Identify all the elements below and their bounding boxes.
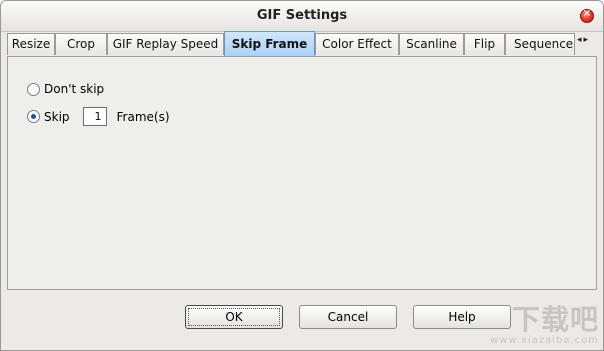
tab-crop[interactable]: Crop (55, 33, 107, 55)
tab-flip[interactable]: Flip (464, 33, 505, 55)
skip-label: Skip (44, 109, 70, 124)
tab-sequence[interactable]: Sequence (505, 33, 575, 55)
tab-resize[interactable]: Resize (7, 33, 55, 55)
close-button[interactable]: × (580, 8, 594, 23)
skip-frame-panel: Don't skip Skip 1 Frame(s) (7, 56, 597, 290)
watermark-logo: 下载吧 www.xiazaiba.com (490, 303, 599, 347)
gif-settings-dialog: GIF Settings × Resize Crop GIF Replay Sp… (0, 0, 604, 351)
dont-skip-radio[interactable] (27, 82, 40, 96)
tab-scanline[interactable]: Scanline (399, 33, 464, 55)
window-title: GIF Settings (256, 8, 348, 23)
dont-skip-label: Don't skip (44, 82, 105, 96)
tab-gif-replay-speed[interactable]: GIF Replay Speed (107, 33, 224, 55)
skip-radio[interactable] (27, 110, 40, 123)
tab-scroll-arrows[interactable]: ◂▸ (577, 35, 590, 45)
cancel-button[interactable]: Cancel (299, 305, 397, 329)
ok-button[interactable]: OK (185, 305, 283, 329)
close-icon: × (582, 8, 592, 19)
title-bar[interactable]: GIF Settings × (1, 1, 603, 32)
watermark-main: 下载吧 (511, 303, 599, 336)
tab-strip: Resize Crop GIF Replay Speed Skip Frame … (7, 31, 597, 57)
frame-count-input[interactable]: 1 (82, 107, 107, 126)
button-bar: OK Cancel Help 下载吧 www.xiazaiba.com (1, 291, 603, 350)
dont-skip-option[interactable]: Don't skip (27, 81, 104, 97)
tab-skip-frame[interactable]: Skip Frame (224, 31, 315, 57)
frame-unit-label: Frame(s) (116, 109, 170, 124)
scroll-right-icon[interactable]: ▸ (584, 35, 591, 45)
tab-color-effect[interactable]: Color Effect (315, 33, 399, 55)
skip-option[interactable]: Skip 1 Frame(s) (27, 106, 170, 127)
watermark-url: www.xiazaiba.com (490, 335, 599, 346)
